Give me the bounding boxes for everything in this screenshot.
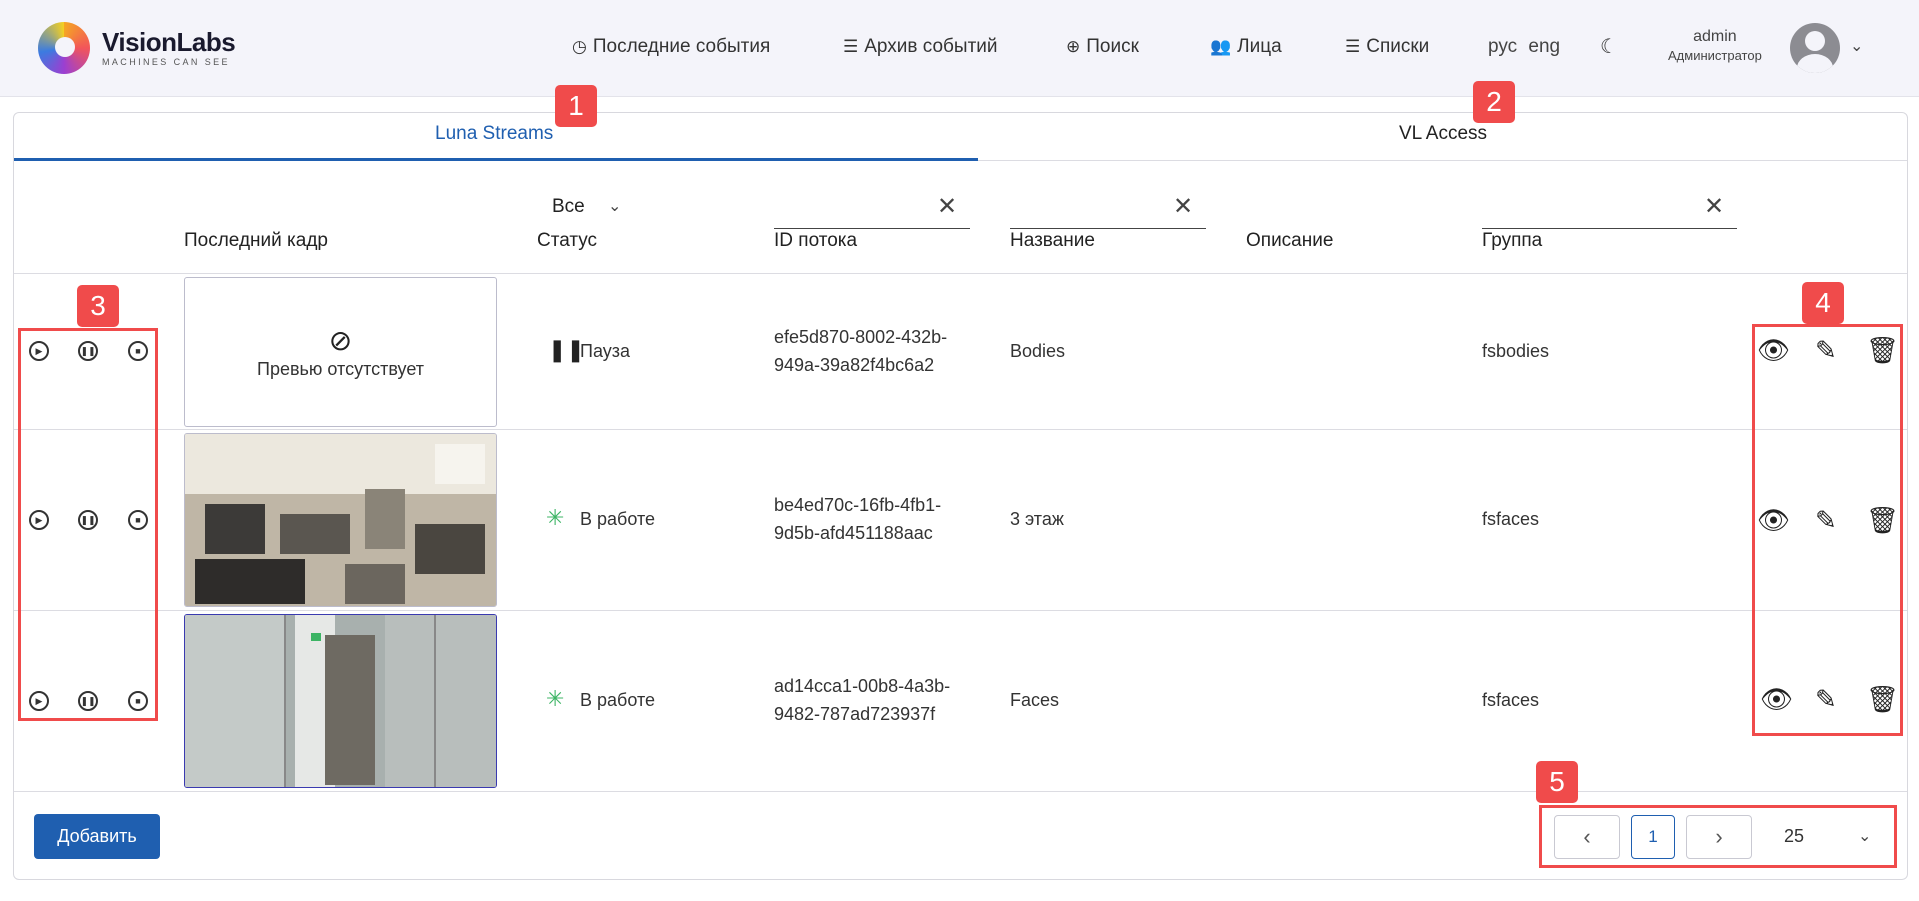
nav-faces-label: Лица xyxy=(1237,36,1282,57)
user-role: Администратор xyxy=(1668,48,1762,63)
row-divider xyxy=(14,610,1907,611)
clear-group-icon[interactable]: ✕ xyxy=(1704,192,1724,221)
nav-latest-events-label: Последние события xyxy=(592,36,771,57)
col-group: Группа xyxy=(1482,230,1543,251)
annotation-box-3 xyxy=(18,328,158,721)
user-name: admin xyxy=(1693,28,1737,45)
nav-lists[interactable]: ☰ Списки xyxy=(1345,36,1429,58)
clear-stream-id-icon[interactable]: ✕ xyxy=(937,192,957,221)
stream-status: В работе xyxy=(580,509,656,529)
preview-empty: ⊘ Превью отсутствует xyxy=(184,277,497,427)
preview-missing-text: Превью отсутствует xyxy=(257,359,424,379)
col-name: Название xyxy=(1010,230,1095,251)
running-spinner-icon: ✳ xyxy=(546,686,565,711)
nav-latest-events[interactable]: ◷ Последние события xyxy=(572,36,770,58)
list-icon: ☰ xyxy=(843,37,859,56)
stream-id-line2: 949a-39a82f4bc6a2 xyxy=(774,355,935,375)
header-divider xyxy=(14,273,1907,274)
logo-tagline: MACHINES CAN SEE xyxy=(102,57,230,67)
stream-group: fsfaces xyxy=(1482,690,1540,710)
running-spinner-icon: ✳ xyxy=(546,505,565,530)
nav-events-archive-label: Архив событий xyxy=(864,36,998,57)
col-status: Статус xyxy=(537,230,598,251)
nav-events-archive[interactable]: ☰ Архив событий xyxy=(843,36,998,58)
preview-office-camera[interactable] xyxy=(184,433,497,607)
stream-name: Faces xyxy=(1010,690,1060,710)
clock-icon: ◷ xyxy=(572,37,587,56)
nav-search[interactable]: ⊕ Поиск xyxy=(1066,36,1139,58)
name-filter-line xyxy=(1010,228,1206,229)
col-stream-id: ID потока xyxy=(774,230,858,251)
stream-id-line2: 9482-787ad723937f xyxy=(774,704,936,724)
user-info[interactable]: admin Администратор xyxy=(1668,28,1762,63)
tab-bar: Luna Streams VL Access xyxy=(14,113,1907,161)
nav-lists-label: Списки xyxy=(1366,36,1430,57)
stream-id-line1: ad14cca1-00b8-4a3b- xyxy=(774,676,951,696)
status-filter-select[interactable]: Все xyxy=(552,196,585,218)
lang-ru[interactable]: рус xyxy=(1488,36,1517,57)
moon-icon[interactable]: ☾ xyxy=(1600,34,1618,59)
annotation-badge-3: 3 xyxy=(77,285,119,327)
add-stream-button[interactable]: Добавить xyxy=(34,814,160,859)
stream-id-filter-line xyxy=(774,228,970,229)
active-tab-indicator xyxy=(14,158,978,161)
annotation-badge-2: 2 xyxy=(1473,81,1515,123)
stream-group: fsfaces xyxy=(1482,509,1540,529)
stream-status: Пауза xyxy=(580,341,631,361)
list-icon: ☰ xyxy=(1345,37,1361,56)
stream-name: Bodies xyxy=(1010,341,1066,361)
logo-icon xyxy=(38,22,90,74)
clear-name-icon[interactable]: ✕ xyxy=(1173,192,1193,221)
logo-name: VisionLabs xyxy=(102,27,236,57)
annotation-box-5 xyxy=(1539,805,1897,868)
stream-group: fsbodies xyxy=(1482,341,1550,361)
row-divider xyxy=(14,429,1907,430)
lang-en[interactable]: eng xyxy=(1528,36,1560,57)
stream-id-line1: be4ed70c-16fb-4fb1- xyxy=(774,495,942,515)
visionlabs-logo[interactable]: VisionLabs MACHINES CAN SEE xyxy=(38,22,236,74)
row-divider xyxy=(14,791,1907,792)
group-filter-line xyxy=(1482,228,1737,229)
camera-frame-image xyxy=(185,434,496,606)
annotation-badge-4: 4 xyxy=(1802,282,1844,324)
col-last-frame: Последний кадр xyxy=(184,230,328,251)
chevron-down-icon[interactable]: ⌄ xyxy=(608,196,621,216)
stream-id-line1: efe5d870-8002-432b- xyxy=(774,327,948,347)
stream-name: 3 этаж xyxy=(1010,509,1064,529)
language-switch: рус eng xyxy=(1488,36,1560,58)
stream-status: В работе xyxy=(580,690,656,710)
stream-id-line2: 9d5b-afd451188aac xyxy=(774,523,933,543)
no-camera-icon: ⊘ xyxy=(328,325,353,356)
annotation-badge-5: 5 xyxy=(1536,761,1578,803)
tab-luna-streams[interactable]: Luna Streams xyxy=(435,123,553,145)
tab-vl-access[interactable]: VL Access xyxy=(1399,123,1487,145)
users-icon: 👥 xyxy=(1210,37,1232,56)
col-description: Описание xyxy=(1246,230,1334,251)
avatar[interactable] xyxy=(1790,23,1840,73)
annotation-badge-1: 1 xyxy=(555,85,597,127)
nav-faces[interactable]: 👥 Лица xyxy=(1210,36,1282,58)
preview-corridor-camera[interactable] xyxy=(184,614,497,788)
chevron-down-icon[interactable]: ⌄ xyxy=(1850,36,1863,56)
crosshair-icon: ⊕ xyxy=(1066,37,1081,56)
annotation-box-4 xyxy=(1752,324,1903,736)
top-bar: VisionLabs MACHINES CAN SEE ◷ Последние … xyxy=(0,0,1919,97)
nav-search-label: Поиск xyxy=(1086,36,1139,57)
camera-frame-image xyxy=(185,615,496,787)
